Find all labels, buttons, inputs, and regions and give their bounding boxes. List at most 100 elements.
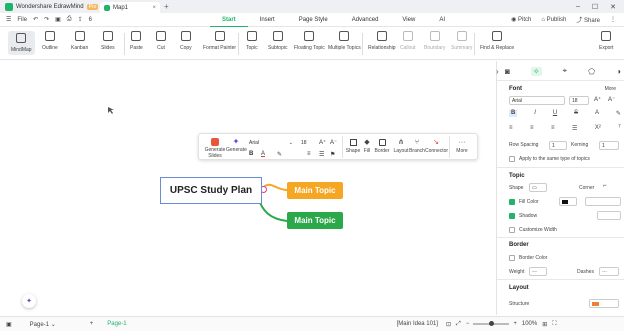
- highlight-icon[interactable]: ✎: [277, 151, 282, 158]
- font-size-dropdown[interactable]: 18: [299, 139, 317, 148]
- customize-width-checkbox[interactable]: [509, 227, 515, 233]
- weight-dropdown[interactable]: —: [529, 267, 547, 276]
- topic-button[interactable]: Topic: [246, 31, 258, 51]
- maximize-icon[interactable]: ☐: [592, 3, 598, 11]
- view-outline-button[interactable]: Outline: [42, 31, 58, 51]
- decrease-font-icon[interactable]: A⁻: [608, 96, 615, 103]
- new-tab-button[interactable]: +: [164, 2, 169, 11]
- format-painter-button[interactable]: Format Painter: [203, 31, 236, 51]
- minimize-icon[interactable]: –: [576, 3, 580, 11]
- font-color-icon[interactable]: A: [261, 151, 265, 157]
- tab-ai[interactable]: AI: [427, 13, 457, 27]
- increase-font-icon[interactable]: A⁺: [594, 96, 601, 103]
- align-icon[interactable]: ≡: [307, 151, 311, 157]
- more-tools-button[interactable]: ··· More: [451, 139, 473, 154]
- font-family-dropdown[interactable]: Arial ⌄: [247, 139, 295, 148]
- tab-view[interactable]: View: [390, 13, 427, 27]
- panel-font-size-dropdown[interactable]: 18: [569, 96, 589, 105]
- close-tab-icon[interactable]: ×: [152, 5, 156, 11]
- subtopic-node[interactable]: Main Topic: [287, 182, 343, 199]
- close-window-icon[interactable]: ✕: [610, 3, 616, 11]
- expand-icon[interactable]: ⛶: [552, 321, 556, 328]
- branch-tool[interactable]: ⑂ Branch: [408, 139, 426, 154]
- tab-style-icon[interactable]: ◙: [505, 67, 510, 76]
- format-brush-icon[interactable]: ⚑: [330, 151, 335, 158]
- redo-icon[interactable]: ↷: [44, 16, 49, 23]
- export-button[interactable]: Export: [599, 31, 613, 51]
- tab-location-icon[interactable]: ⌖: [563, 66, 568, 76]
- tab-settings-icon[interactable]: ◑: [616, 67, 621, 76]
- page-panel-icon[interactable]: ▣: [6, 321, 12, 328]
- view-slides-button[interactable]: Slides: [101, 31, 115, 51]
- generate-slides-button[interactable]: Generate Slides: [204, 138, 226, 159]
- superscript-icon[interactable]: X²: [595, 125, 601, 132]
- text-case-icon[interactable]: ᵀ: [618, 125, 621, 132]
- bold-icon[interactable]: B: [509, 110, 518, 117]
- file-menu[interactable]: File: [17, 17, 27, 23]
- callout-button[interactable]: Callout: [400, 31, 416, 51]
- share-button[interactable]: ⤴ Share: [576, 15, 600, 24]
- ai-assistant-icon[interactable]: ✦: [22, 294, 36, 308]
- menu-icon[interactable]: ☰: [6, 16, 11, 23]
- pitch-button[interactable]: ◉ Pitch: [511, 16, 531, 23]
- fill-tool[interactable]: ◆ Fill: [361, 139, 373, 154]
- save-icon[interactable]: ▣: [55, 16, 61, 23]
- view-kanban-button[interactable]: Kanban: [71, 31, 88, 51]
- fit-icon[interactable]: ⊡: [446, 321, 451, 328]
- view-mindmap-button[interactable]: MindMap: [8, 31, 35, 55]
- decrease-font-icon[interactable]: A⁻: [330, 139, 337, 146]
- fill-color-picker[interactable]: [559, 197, 577, 206]
- align-center-icon[interactable]: ≡: [530, 125, 534, 132]
- zoom-in-icon[interactable]: +: [513, 321, 517, 327]
- shape-dropdown[interactable]: ▭: [529, 183, 547, 192]
- export-quick-icon[interactable]: ⇪: [78, 16, 83, 23]
- shadow-checkbox[interactable]: [509, 213, 515, 219]
- publish-button[interactable]: ⌂ Publish: [541, 17, 566, 23]
- page-dropdown[interactable]: Page-1 ⌄: [30, 321, 56, 328]
- connector-tool[interactable]: ↘ Connector: [425, 139, 448, 154]
- underline-icon[interactable]: U: [553, 110, 557, 117]
- tab-start[interactable]: Start: [210, 13, 248, 27]
- panel-font-dropdown[interactable]: Arial: [509, 96, 565, 105]
- strikethrough-icon[interactable]: S: [574, 110, 578, 117]
- copy-button[interactable]: Copy: [180, 31, 192, 51]
- more-icon[interactable]: ⋮: [610, 16, 616, 23]
- corner-dropdown[interactable]: ⌐: [603, 183, 621, 192]
- zoom-level[interactable]: 100%: [522, 321, 537, 327]
- paste-button[interactable]: Paste: [130, 31, 143, 51]
- bullet-list-icon[interactable]: ☰: [572, 125, 577, 132]
- summary-button[interactable]: Summary: [451, 31, 472, 51]
- dashes-dropdown[interactable]: ---: [599, 267, 619, 276]
- border-color-checkbox[interactable]: [509, 255, 515, 261]
- add-page-icon[interactable]: +: [90, 321, 94, 327]
- align-left-icon[interactable]: ≡: [509, 125, 513, 132]
- shape-tool[interactable]: Shape: [344, 139, 362, 154]
- list-icon[interactable]: ☰: [319, 151, 324, 158]
- generate-button[interactable]: ✦ Generate: [226, 138, 247, 154]
- fill-color-checkbox[interactable]: [509, 199, 515, 205]
- main-topic-node[interactable]: UPSC Study Plan: [160, 177, 262, 204]
- boundary-button[interactable]: Boundary: [424, 31, 445, 51]
- shadow-picker[interactable]: [597, 211, 621, 220]
- bold-icon[interactable]: B: [249, 151, 253, 157]
- cut-button[interactable]: Cut: [156, 31, 166, 51]
- subtopic-node[interactable]: Main Topic: [287, 212, 343, 229]
- tab-page-style[interactable]: Page Style: [287, 13, 340, 27]
- multiple-topics-button[interactable]: Multiple Topics: [328, 31, 361, 51]
- kerning-dropdown[interactable]: 1: [599, 141, 619, 150]
- row-spacing-dropdown[interactable]: 1: [549, 141, 567, 150]
- font-more-link[interactable]: More: [605, 86, 616, 92]
- find-replace-button[interactable]: Find & Replace: [480, 31, 514, 51]
- fit-page-icon[interactable]: ⊞: [542, 321, 547, 328]
- tab-theme-icon[interactable]: ⬠: [588, 67, 595, 76]
- page-tab[interactable]: Page-1: [107, 321, 126, 327]
- fill-style-dropdown[interactable]: [585, 197, 621, 206]
- subtopic-button[interactable]: Subtopic: [268, 31, 287, 51]
- collapse-panel-icon[interactable]: ›: [496, 67, 503, 76]
- document-tab[interactable]: Map1 ×: [100, 2, 160, 13]
- fullscreen-icon[interactable]: ⤢: [456, 321, 461, 328]
- apply-same-checkbox[interactable]: [509, 156, 515, 162]
- print-icon[interactable]: ⎙: [67, 16, 72, 23]
- zoom-slider-handle[interactable]: [489, 321, 495, 326]
- floating-topic-button[interactable]: Floating Topic: [294, 31, 325, 51]
